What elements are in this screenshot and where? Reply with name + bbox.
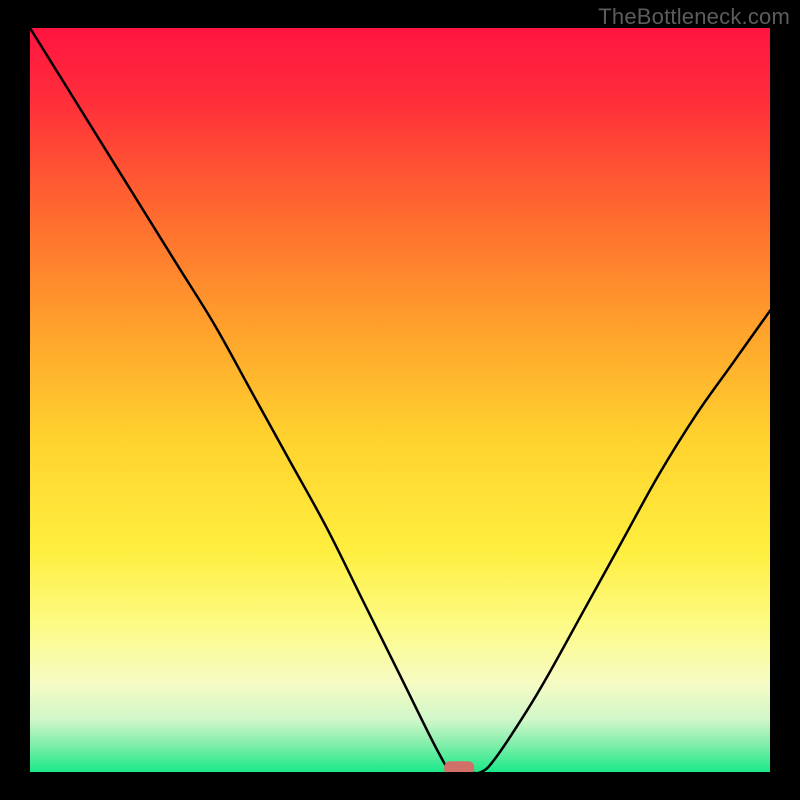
watermark-text: TheBottleneck.com bbox=[598, 4, 790, 30]
minimum-marker bbox=[444, 761, 474, 772]
bottleneck-chart bbox=[30, 28, 770, 772]
plot-area bbox=[30, 28, 770, 772]
chart-frame: TheBottleneck.com bbox=[0, 0, 800, 800]
gradient-background bbox=[30, 28, 770, 772]
